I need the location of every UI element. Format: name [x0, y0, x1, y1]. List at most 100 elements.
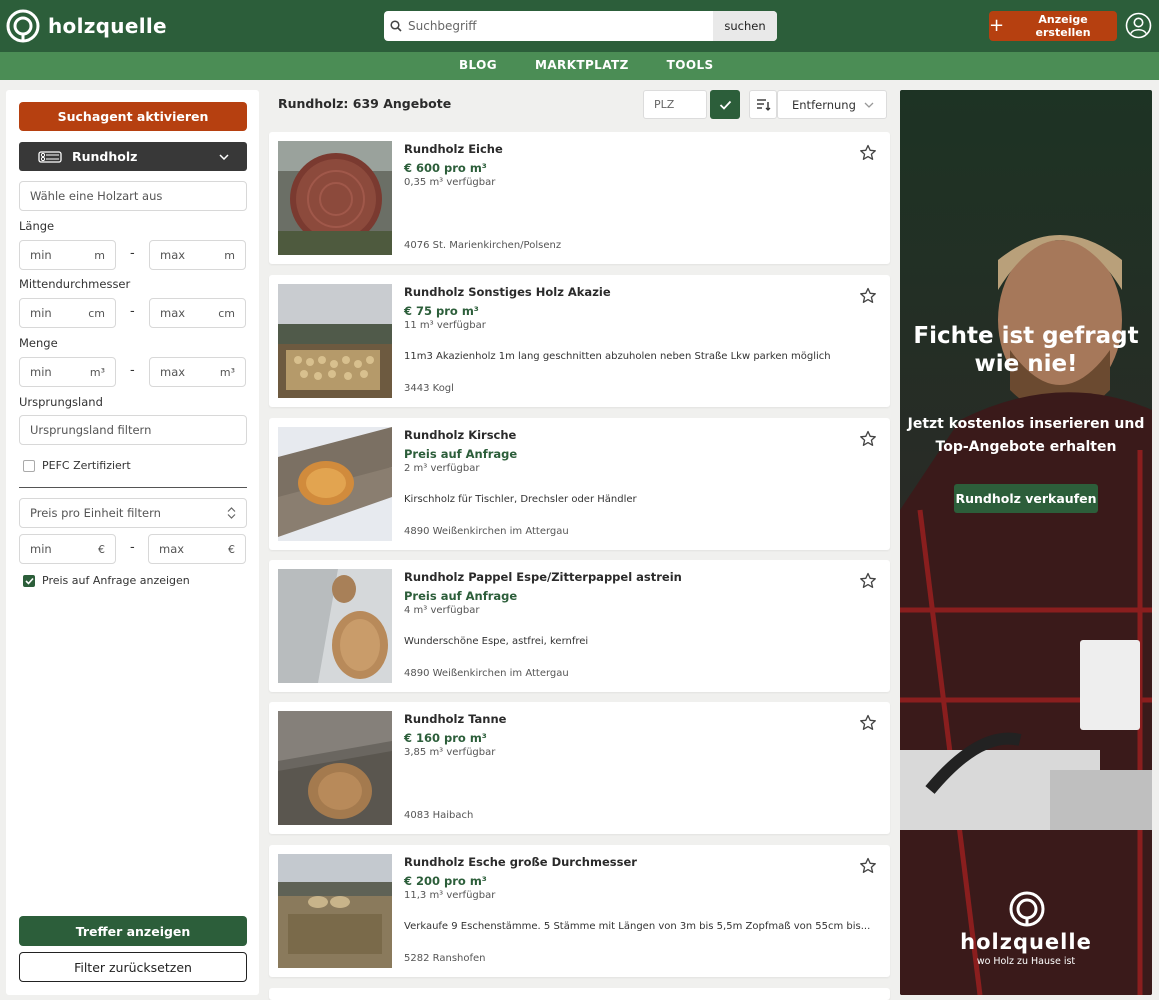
listing-photo	[278, 854, 392, 968]
diameter-label: Mittendurchmesser	[19, 277, 131, 291]
price-unit-select[interactable]: Preis pro Einheit filtern	[19, 498, 247, 528]
favorite-star-icon[interactable]	[859, 287, 877, 305]
user-account-icon[interactable]	[1125, 12, 1152, 39]
activate-search-agent-button[interactable]: Suchagent aktivieren	[19, 102, 247, 131]
length-label: Länge	[19, 219, 55, 233]
listing-price: Preis auf Anfrage	[404, 447, 518, 461]
listing-price: € 160 pro m³	[404, 731, 487, 745]
listing-title[interactable]: Rundholz Pappel Espe/Zitterpappel astrei…	[404, 570, 682, 584]
search-button[interactable]: suchen	[713, 11, 777, 41]
sort-select[interactable]: Entfernung	[777, 90, 887, 119]
listing-card-partial[interactable]	[269, 988, 890, 1000]
listing-card[interactable]: Rundholz Tanne € 160 pro m³ 3,85 m³ verf…	[269, 702, 890, 834]
listing-price: € 200 pro m³	[404, 874, 487, 888]
listing-title[interactable]: Rundholz Tanne	[404, 712, 506, 726]
range-dash: -	[130, 540, 135, 555]
listing-photo	[278, 284, 392, 398]
favorite-star-icon[interactable]	[859, 144, 877, 162]
price-min-placeholder: min	[30, 542, 52, 556]
origin-label: Ursprungsland	[19, 395, 103, 409]
pefc-label: PEFC Zertifiziert	[42, 459, 131, 472]
listing-card[interactable]: Rundholz Eiche € 600 pro m³ 0,35 m³ verf…	[269, 132, 890, 264]
listing-location: 4083 Haibach	[404, 810, 474, 821]
length-min-input[interactable]: min m	[19, 240, 116, 270]
brand-logo[interactable]: holzquelle	[6, 9, 167, 43]
listing-photo	[278, 141, 392, 255]
top-bar: holzquelle suchen + Anzeige erstellen	[0, 0, 1159, 52]
origin-filter-input[interactable]: Ursprungsland filtern	[19, 415, 247, 445]
wood-type-select[interactable]: Wähle eine Holzart aus	[19, 181, 247, 211]
listing-description: Verkaufe 9 Eschenstämme. 5 Stämme mit Lä…	[404, 921, 871, 932]
create-listing-label: Anzeige erstellen	[1035, 13, 1091, 39]
on-request-checkbox[interactable]	[23, 574, 35, 587]
chevron-down-icon	[864, 102, 874, 108]
listing-title[interactable]: Rundholz Esche große Durchmesser	[404, 855, 637, 869]
listing-location: 4076 St. Marienkirchen/Polsenz	[404, 240, 562, 251]
favorite-star-icon[interactable]	[859, 857, 877, 875]
nav-item-marktplatz[interactable]: MARKTPLATZ	[535, 52, 629, 80]
diameter-max-unit: cm	[218, 306, 235, 320]
pefc-checkbox-row[interactable]: PEFC Zertifiziert	[23, 459, 131, 472]
results-count-title: Rundholz: 639 Angebote	[278, 96, 452, 111]
create-listing-button[interactable]: + Anzeige erstellen	[989, 11, 1117, 41]
quantity-label: Menge	[19, 336, 58, 350]
listing-title[interactable]: Rundholz Eiche	[404, 142, 503, 156]
listing-location: 4890 Weißenkirchen im Attergau	[404, 668, 569, 679]
price-max-placeholder: max	[159, 542, 185, 556]
listing-availability: 11,3 m³ verfügbar	[404, 890, 496, 901]
price-min-unit: €	[98, 542, 105, 556]
price-max-input[interactable]: max €	[148, 534, 246, 564]
ad-banner[interactable]: Fichte ist gefragt wie nie! Jetzt kosten…	[900, 90, 1152, 995]
quantity-min-input[interactable]: min m³	[19, 357, 116, 387]
ad-cta-button[interactable]: Rundholz verkaufen	[954, 484, 1098, 513]
nav-item-tools[interactable]: TOOLS	[667, 52, 714, 80]
pefc-checkbox[interactable]	[23, 459, 35, 472]
search-icon	[384, 11, 408, 41]
search-input[interactable]	[408, 11, 713, 41]
listing-price: € 600 pro m³	[404, 161, 487, 175]
category-dropdown[interactable]: Rundholz	[19, 142, 247, 171]
ad-brand-name: holzquelle	[960, 930, 1092, 954]
quantity-max-placeholder: max	[160, 365, 186, 379]
on-request-label: Preis auf Anfrage anzeigen	[42, 574, 190, 587]
nav-item-blog[interactable]: BLOG	[459, 52, 497, 80]
checkmark-icon	[24, 577, 34, 585]
reset-filters-button[interactable]: Filter zurücksetzen	[19, 952, 247, 982]
on-request-checkbox-row[interactable]: Preis auf Anfrage anzeigen	[23, 574, 190, 587]
length-min-unit: m	[94, 248, 105, 262]
search-bar: suchen	[384, 11, 777, 41]
main-nav: BLOG MARKTPLATZ TOOLS	[459, 52, 752, 80]
quantity-max-input[interactable]: max m³	[149, 357, 246, 387]
listing-card[interactable]: Rundholz Pappel Espe/Zitterpappel astrei…	[269, 560, 890, 692]
range-dash: -	[130, 363, 135, 378]
listing-photo	[278, 569, 392, 683]
show-results-button[interactable]: Treffer anzeigen	[19, 916, 247, 946]
brand-name: holzquelle	[48, 14, 167, 38]
filter-sidebar: Suchagent aktivieren Rundholz Wähle eine…	[6, 90, 259, 995]
favorite-star-icon[interactable]	[859, 714, 877, 732]
listing-availability: 3,85 m³ verfügbar	[404, 747, 496, 758]
diameter-max-input[interactable]: max cm	[149, 298, 246, 328]
ad-headline: Fichte ist gefragt wie nie!	[900, 322, 1152, 378]
plz-input[interactable]: PLZ	[643, 90, 707, 119]
listing-card[interactable]: Rundholz Esche große Durchmesser € 200 p…	[269, 845, 890, 977]
sort-icon	[756, 99, 770, 111]
diameter-min-input[interactable]: min cm	[19, 298, 116, 328]
length-max-input[interactable]: max m	[149, 240, 246, 270]
price-unit-select-label: Preis pro Einheit filtern	[30, 506, 161, 520]
listing-title[interactable]: Rundholz Sonstiges Holz Akazie	[404, 285, 611, 299]
length-max-unit: m	[224, 248, 235, 262]
listing-card[interactable]: Rundholz Kirsche Preis auf Anfrage 2 m³ …	[269, 418, 890, 550]
listing-title[interactable]: Rundholz Kirsche	[404, 428, 516, 442]
listing-photo	[278, 711, 392, 825]
listing-availability: 11 m³ verfügbar	[404, 320, 486, 331]
listing-card[interactable]: Rundholz Sonstiges Holz Akazie € 75 pro …	[269, 275, 890, 407]
ad-subline-line-1: Jetzt kostenlos inserieren und	[907, 416, 1145, 432]
favorite-star-icon[interactable]	[859, 430, 877, 448]
price-min-input[interactable]: min €	[19, 534, 116, 564]
favorite-star-icon[interactable]	[859, 572, 877, 590]
listing-photo	[278, 427, 392, 541]
listing-location: 3443 Kogl	[404, 383, 454, 394]
sort-order-button[interactable]	[749, 90, 777, 119]
plz-confirm-button[interactable]	[710, 90, 740, 119]
